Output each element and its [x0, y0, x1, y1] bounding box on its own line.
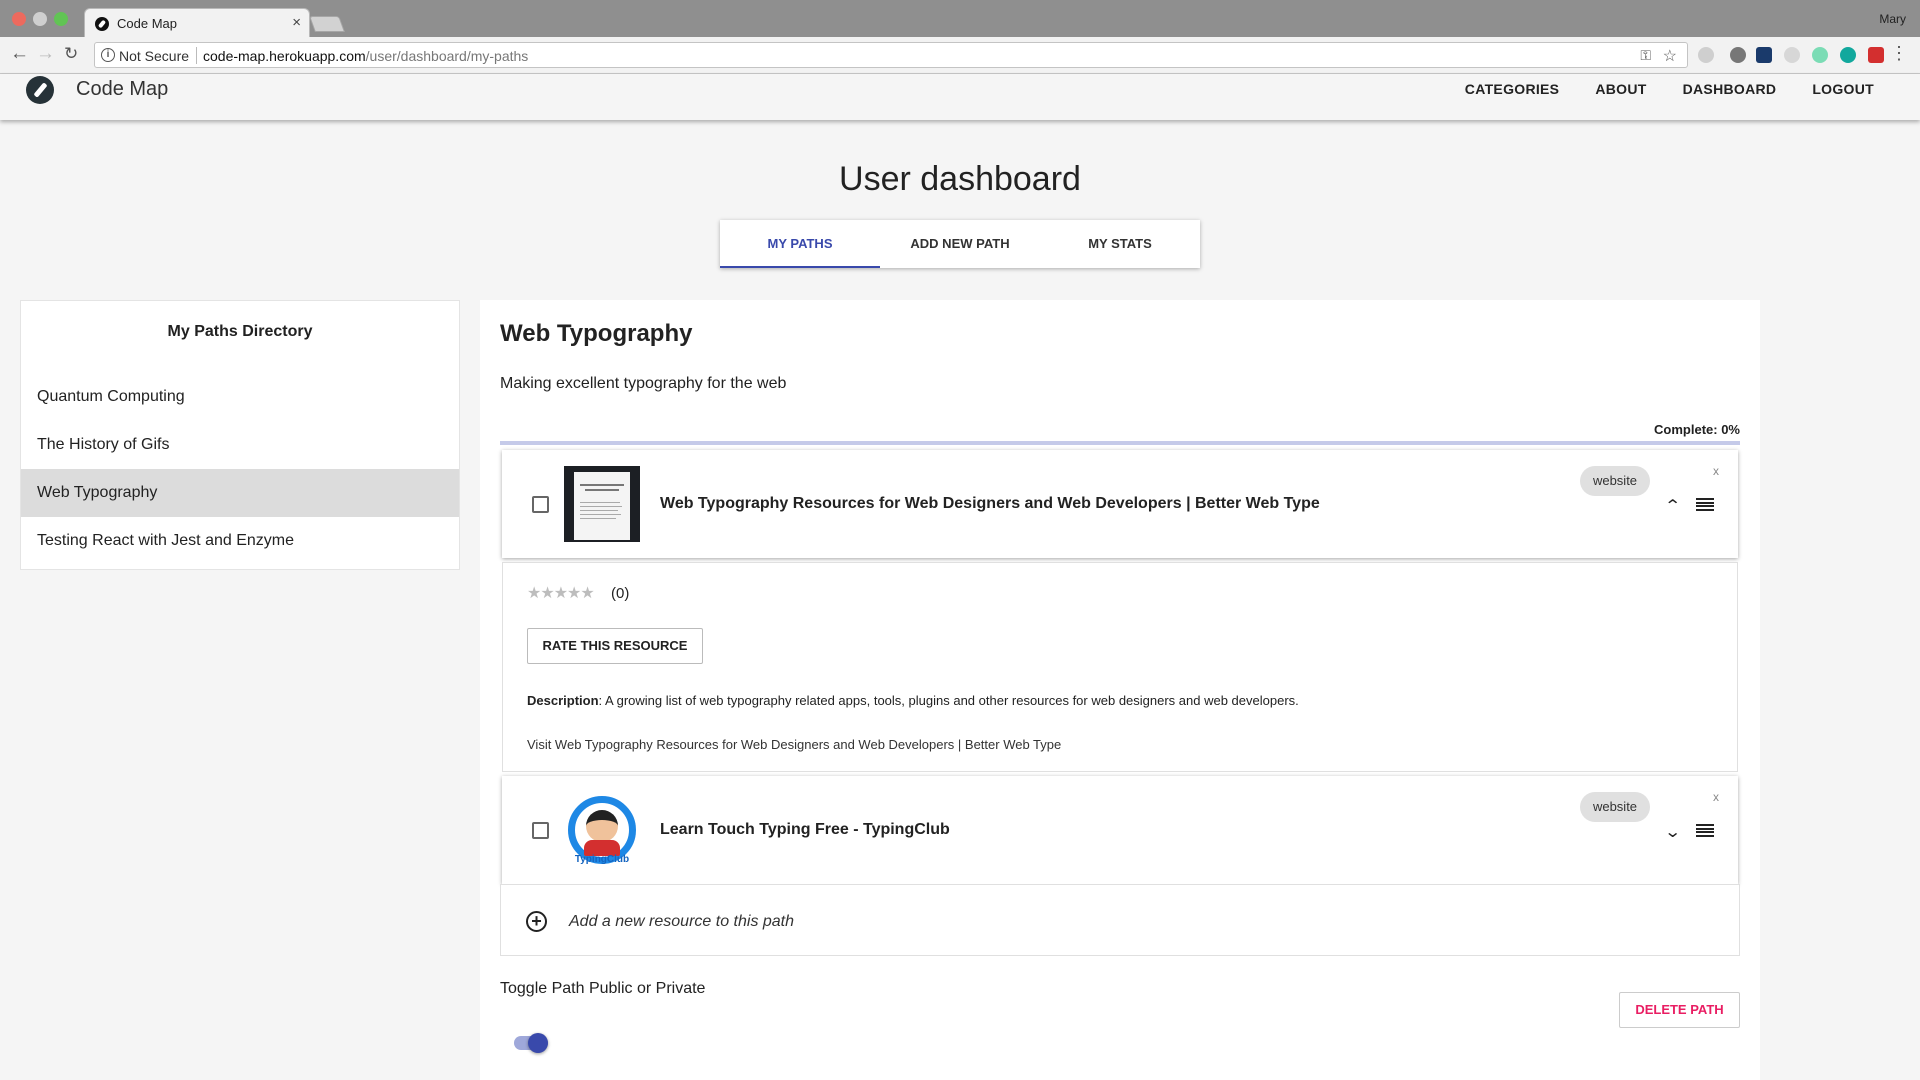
reload-icon[interactable]: ↻: [64, 44, 78, 64]
main-nav: CATEGORIES ABOUT DASHBOARD LOGOUT: [1465, 81, 1874, 97]
description-text: : A growing list of web typography relat…: [598, 693, 1299, 708]
path-detail: Web Typography Making excellent typograp…: [480, 300, 1760, 1080]
bookmark-star-icon[interactable]: ☆: [1663, 46, 1677, 66]
url-path: /user/dashboard/my-paths: [365, 48, 529, 64]
nav-link-categories[interactable]: CATEGORIES: [1465, 81, 1560, 97]
resource-title[interactable]: Web Typography Resources for Web Designe…: [660, 495, 1320, 513]
drag-handle-icon[interactable]: [1696, 498, 1714, 511]
delete-path-button[interactable]: DELETE PATH: [1619, 992, 1740, 1028]
resource-thumbnail: [564, 466, 640, 542]
compass-icon: [95, 17, 109, 31]
nav-link-logout[interactable]: LOGOUT: [1812, 81, 1874, 97]
thumbnail-page: [574, 472, 630, 540]
resource-type-chip: website: [1580, 466, 1650, 496]
info-icon[interactable]: i: [101, 48, 115, 62]
toggle-public-label: Toggle Path Public or Private: [500, 980, 706, 997]
resource-thumbnail: TypingClub: [564, 792, 640, 868]
browser-menu-icon[interactable]: ⋮: [1890, 44, 1908, 62]
forward-arrow-icon[interactable]: →: [36, 44, 55, 64]
address-bar[interactable]: i Not Secure code-map.herokuapp.com/user…: [94, 42, 1688, 68]
resource-card: Web Typography Resources for Web Designe…: [502, 450, 1738, 558]
resource-complete-checkbox[interactable]: [532, 822, 549, 839]
remove-resource-icon[interactable]: x: [1713, 464, 1719, 478]
public-private-toggle[interactable]: [514, 1033, 548, 1053]
page-title: User dashboard: [839, 160, 1081, 198]
sidebar-item-web-typography[interactable]: Web Typography: [21, 469, 459, 517]
extension-icon[interactable]: [1812, 47, 1828, 63]
visit-resource-link[interactable]: Visit Web Typography Resources for Web D…: [527, 737, 1061, 752]
rating-count: (0): [611, 585, 630, 602]
chevron-up-icon[interactable]: ⌃: [1664, 496, 1681, 516]
brand-name[interactable]: Code Map: [76, 78, 168, 101]
extension-icon[interactable]: [1868, 47, 1884, 63]
security-label[interactable]: Not Secure: [119, 48, 189, 64]
tab-close-icon[interactable]: ×: [292, 14, 301, 31]
tab-my-paths[interactable]: MY PATHS: [720, 220, 880, 268]
nav-link-about[interactable]: ABOUT: [1595, 81, 1646, 97]
add-circle-icon[interactable]: +: [526, 911, 547, 932]
tab-add-new-path[interactable]: ADD NEW PATH: [880, 220, 1040, 268]
extension-icon[interactable]: [1698, 47, 1714, 63]
tab-title: Code Map: [117, 16, 177, 31]
extension-icon[interactable]: [1784, 47, 1800, 63]
thumbnail-line: [580, 510, 618, 511]
thumbnail-line: [585, 489, 619, 491]
logo-face: [586, 810, 618, 842]
sidebar-item-quantum-computing[interactable]: Quantum Computing: [21, 373, 459, 421]
extension-icon[interactable]: [1756, 47, 1772, 63]
resource-complete-checkbox[interactable]: [532, 496, 549, 513]
thumbnail-line: [580, 518, 616, 519]
add-resource-row[interactable]: + Add a new resource to this path: [500, 884, 1740, 956]
minimize-window-button[interactable]: [33, 12, 47, 26]
key-icon[interactable]: ⚿: [1640, 47, 1651, 64]
path-title: Web Typography: [500, 320, 693, 347]
star-rating[interactable]: ★★★★★: [527, 583, 595, 603]
compass-icon[interactable]: [26, 76, 54, 104]
thumbnail-line: [580, 506, 622, 507]
resource-description: Description: A growing list of web typog…: [527, 693, 1299, 708]
extension-icon[interactable]: [1840, 47, 1856, 63]
browser-tabbar: Code Map × Mary: [0, 0, 1920, 38]
sidebar-item-testing-react[interactable]: Testing React with Jest and Enzyme: [21, 517, 459, 565]
drag-handle-icon[interactable]: [1696, 824, 1714, 837]
paths-directory: My Paths Directory Quantum Computing The…: [20, 300, 460, 570]
app-header: Code Map CATEGORIES ABOUT DASHBOARD LOGO…: [0, 74, 1920, 120]
sidebar-item-history-of-gifs[interactable]: The History of Gifs: [21, 421, 459, 469]
sidebar-title: My Paths Directory: [167, 323, 313, 340]
nav-link-dashboard[interactable]: DASHBOARD: [1683, 81, 1777, 97]
tab-my-stats[interactable]: MY STATS: [1040, 220, 1200, 268]
completion-label: Complete: 0%: [1654, 422, 1740, 437]
thumbnail-line: [580, 484, 624, 486]
add-resource-input[interactable]: Add a new resource to this path: [569, 913, 794, 931]
logo-text: TypingClub: [574, 854, 630, 865]
url-separator: [196, 47, 197, 64]
back-arrow-icon[interactable]: ←: [10, 44, 29, 64]
browser-chrome: Code Map × Mary ← → ↻ i Not Secure code-…: [0, 0, 1920, 74]
resource-details: ★★★★★ (0) RATE THIS RESOURCE Description…: [502, 562, 1738, 772]
toggle-knob[interactable]: [528, 1033, 548, 1053]
profile-name[interactable]: Mary: [1879, 12, 1906, 26]
remove-resource-icon[interactable]: x: [1713, 790, 1719, 804]
resource-card: TypingClub Learn Touch Typing Free - Typ…: [502, 776, 1738, 884]
extension-icon[interactable]: [1730, 47, 1746, 63]
maximize-window-button[interactable]: [54, 12, 68, 26]
description-label: Description: [527, 693, 599, 708]
chevron-down-icon[interactable]: ⌄: [1664, 822, 1681, 842]
rate-resource-button[interactable]: RATE THIS RESOURCE: [527, 628, 703, 664]
path-description: Making excellent typography for the web: [500, 375, 787, 392]
resource-title[interactable]: Learn Touch Typing Free - TypingClub: [660, 821, 950, 839]
progress-bar: [500, 441, 1740, 445]
dashboard-tabs: MY PATHS ADD NEW PATH MY STATS: [720, 220, 1200, 268]
browser-toolbar: ← → ↻ i Not Secure code-map.herokuapp.co…: [0, 37, 1920, 74]
url-host: code-map.herokuapp.com: [203, 48, 366, 64]
thumbnail-line: [580, 514, 621, 515]
new-tab-button[interactable]: [309, 16, 345, 32]
thumbnail-line: [580, 502, 620, 503]
resource-type-chip: website: [1580, 792, 1650, 822]
browser-tab[interactable]: Code Map ×: [84, 8, 310, 38]
close-window-button[interactable]: [12, 12, 26, 26]
url-text[interactable]: code-map.herokuapp.com/user/dashboard/my…: [203, 48, 528, 64]
